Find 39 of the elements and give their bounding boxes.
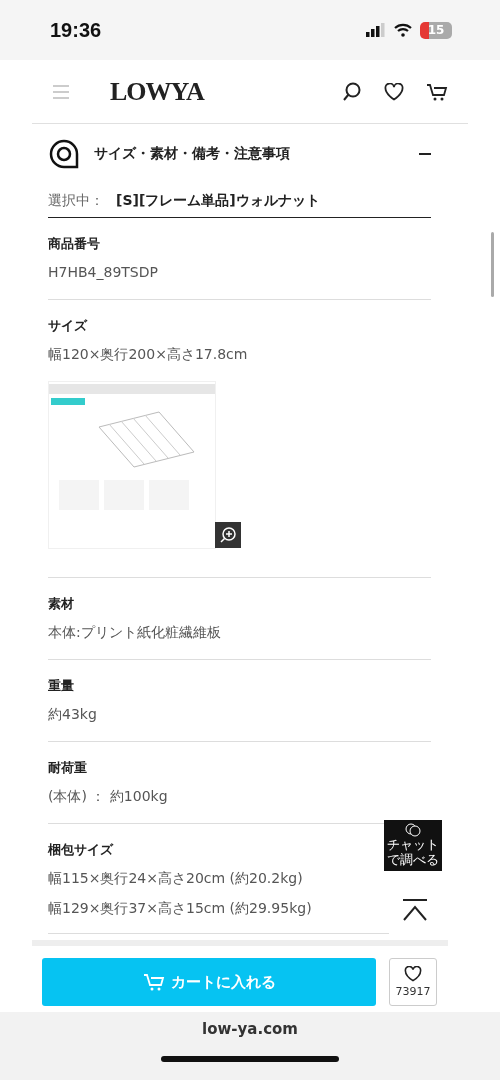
spec-label: サイズ xyxy=(48,318,89,335)
spec-label: 耐荷重 xyxy=(48,760,88,777)
chat-button[interactable]: チャット で調べる xyxy=(384,820,442,871)
spec-value: 幅129×奥行37×高さ15cm (約29.95kg) xyxy=(48,899,313,918)
spec-label: 重量 xyxy=(48,678,75,695)
signal-icon xyxy=(366,23,386,37)
zoom-in-button[interactable] xyxy=(215,522,241,548)
spec-label: 素材 xyxy=(48,596,75,613)
status-time: 19:36 xyxy=(50,18,102,42)
spec-label: 商品番号 xyxy=(48,236,101,253)
cart-icon xyxy=(142,972,165,992)
chat-label: チャット xyxy=(387,837,439,852)
wifi-icon xyxy=(394,23,412,37)
logo[interactable]: LOWYA xyxy=(110,76,204,107)
heart-icon xyxy=(404,966,422,982)
accordion-title: サイズ・素材・備考・注意事項 xyxy=(94,145,291,163)
tape-measure-icon xyxy=(48,138,80,170)
scrollbar xyxy=(491,232,494,297)
spec-value: H7HB4_89TSDP xyxy=(48,263,159,282)
cart-icon[interactable] xyxy=(426,81,448,102)
url-text[interactable]: low-ya.com xyxy=(202,1020,298,1038)
spec-value: 幅115×奥行24×高さ20cm (約20.2kg) xyxy=(48,869,304,888)
back-to-top-button[interactable] xyxy=(401,898,429,922)
selection-label: 選択中： xyxy=(48,191,104,210)
favorite-button[interactable]: 73917 xyxy=(389,958,437,1006)
chat-label: で調べる xyxy=(387,852,439,867)
selection-value: [S][フレーム単品]ウォルナット xyxy=(116,191,320,210)
spec-value: (本体) ： 約100kg xyxy=(48,787,169,806)
zoom-in-icon xyxy=(219,526,237,544)
battery-level: 15 xyxy=(420,21,452,39)
chat-bubbles-icon xyxy=(404,823,422,837)
spec-value: 本体:プリント紙化粧繊維板 xyxy=(48,623,222,642)
spec-value: 幅120×奥行200×高さ17.8cm xyxy=(48,345,249,364)
heart-icon[interactable] xyxy=(384,82,404,101)
accordion-header[interactable]: サイズ・素材・備考・注意事項 xyxy=(48,124,431,184)
spec-label: 梱包サイズ xyxy=(48,842,115,859)
back-to-top-icon xyxy=(401,898,429,922)
search-icon[interactable] xyxy=(342,81,362,102)
spec-value: 約43kg xyxy=(48,705,98,724)
